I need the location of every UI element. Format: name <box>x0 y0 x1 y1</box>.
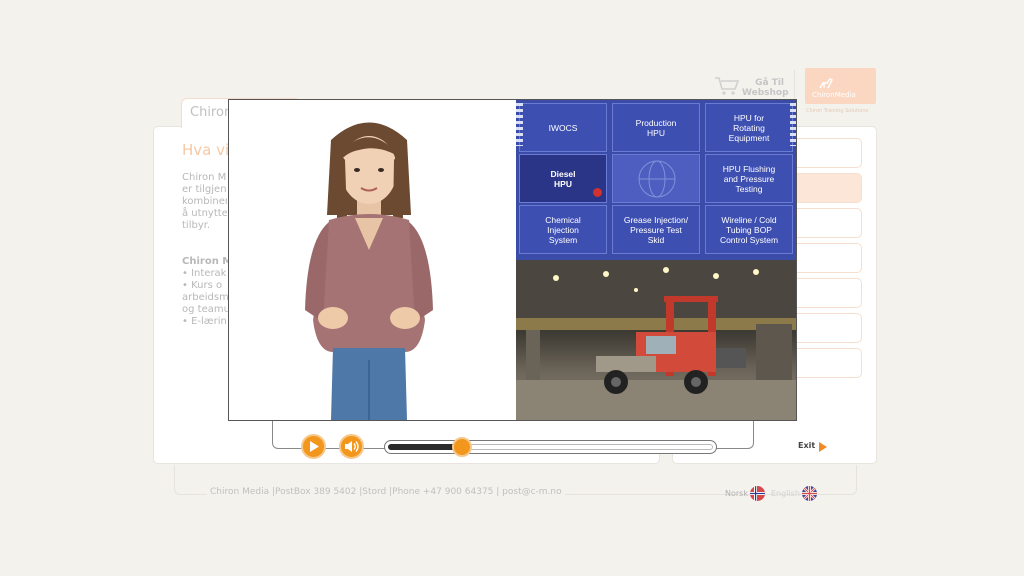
progress-bar[interactable] <box>384 440 717 454</box>
uk-flag-icon[interactable] <box>802 486 817 501</box>
topic-label: HPU Flushing and Pressure Testing <box>722 163 776 194</box>
forklift-workshop-image <box>516 260 796 420</box>
menu-button-5[interactable] <box>788 278 862 308</box>
topic-label: Wireline / Cold Tubing BOP Control Syste… <box>719 214 779 245</box>
intro-paragraph: Chiron M er tilgjen kombiner å utnytte t… <box>182 172 227 232</box>
topic-menu-grid: IWOCS Production HPU HPU for Rotating Eq… <box>516 100 796 260</box>
topic-production-hpu[interactable]: Production HPU <box>612 103 700 152</box>
menu-button-4[interactable] <box>788 243 862 273</box>
list-item: • Interak <box>182 268 227 279</box>
film-strip-decoration <box>516 103 523 146</box>
topic-label: IWOCS <box>548 122 578 133</box>
volume-button[interactable] <box>339 434 364 459</box>
topic-label: Production HPU <box>635 117 677 138</box>
lang-english-link[interactable]: English <box>771 489 800 498</box>
logo-subtitle: Chiron Training Solutions <box>806 108 869 114</box>
progress-slider-handle[interactable] <box>452 437 472 457</box>
exit-button[interactable]: Exit <box>798 441 815 450</box>
presenter-figure <box>305 122 433 420</box>
topic-chemical-injection[interactable]: Chemical Injection System <box>519 205 607 254</box>
list-item: • E-lærin <box>182 316 227 327</box>
footer-contact: Chiron Media |PostBox 389 5402 |Stord |P… <box>207 487 565 497</box>
list-item: • Kurs o <box>182 280 223 291</box>
webshop-link[interactable]: Gå Til Webshop <box>742 78 789 98</box>
bullet-list: • Interak • Kurs o arbeidsm og teamu • E… <box>182 268 230 328</box>
topic-diesel-hpu[interactable]: Diesel HPU <box>519 154 607 203</box>
menu-button-7[interactable] <box>788 348 862 378</box>
video-player[interactable]: IWOCS Production HPU HPU for Rotating Eq… <box>228 99 797 421</box>
paragraph-line: er tilgjen <box>182 184 227 195</box>
topic-center-emblem <box>612 154 700 203</box>
video-scene: IWOCS Production HPU HPU for Rotating Eq… <box>516 100 796 420</box>
topic-grease-injection[interactable]: Grease Injection/ Pressure Test Skid <box>612 205 700 254</box>
list-item: arbeidsm <box>182 292 229 303</box>
menu-button-2[interactable] <box>788 173 862 203</box>
menu-button-1[interactable] <box>788 138 862 168</box>
play-button[interactable] <box>301 434 326 459</box>
list-item: og teamu <box>182 304 230 315</box>
webshop-line1: Gå Til <box>755 78 784 88</box>
paragraph-line: å utnytte <box>182 208 227 219</box>
presenter-area <box>229 100 516 420</box>
topic-label: Diesel HPU <box>550 168 576 189</box>
webshop-line2: Webshop <box>742 88 789 98</box>
norway-flag-icon[interactable] <box>750 486 765 501</box>
lang-norsk-link[interactable]: Norsk <box>725 489 748 498</box>
workshop-photo <box>516 260 796 420</box>
page-title: Hva vi <box>182 141 230 159</box>
section-subheading: Chiron M <box>182 256 233 267</box>
paragraph-line: kombiner <box>182 196 227 207</box>
topic-wireline-bop[interactable]: Wireline / Cold Tubing BOP Control Syste… <box>705 205 793 254</box>
paragraph-line: tilbyr. <box>182 220 211 231</box>
exit-arrow-icon[interactable] <box>819 442 827 452</box>
progress-remaining <box>463 444 713 450</box>
film-strip-decoration <box>790 103 796 146</box>
topic-label: Grease Injection/ Pressure Test Skid <box>623 214 689 245</box>
logo-text: ChironMedia <box>812 91 856 99</box>
topic-label: HPU for Rotating Equipment <box>728 112 770 143</box>
paragraph-line: Chiron M <box>182 172 227 183</box>
play-icon <box>310 441 319 452</box>
shopping-cart-icon[interactable] <box>714 76 740 96</box>
menu-button-3[interactable] <box>788 208 862 238</box>
topic-label: Chemical Injection System <box>545 214 581 245</box>
topic-iwocs[interactable]: IWOCS <box>519 103 607 152</box>
globe-emblem-icon <box>638 160 676 198</box>
topic-hpu-flushing[interactable]: HPU Flushing and Pressure Testing <box>705 154 793 203</box>
speaker-icon <box>345 441 359 452</box>
play-badge-icon <box>593 188 602 197</box>
menu-button-6[interactable] <box>788 313 862 343</box>
topic-hpu-rotating[interactable]: HPU for Rotating Equipment <box>705 103 793 152</box>
centaur-logo-icon <box>819 78 833 89</box>
stage: Gå Til Webshop ChironMedia Chiron Traini… <box>0 0 1024 576</box>
tab-label: Chiron <box>190 105 233 120</box>
